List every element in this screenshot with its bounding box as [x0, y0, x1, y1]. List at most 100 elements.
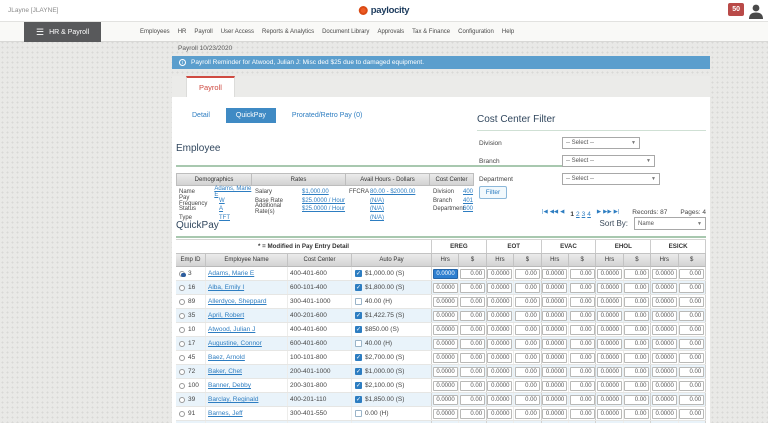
dollars-input-esick[interactable]: 0.00	[679, 395, 704, 405]
summary-value-link[interactable]: $25.0000 / Hour	[302, 198, 345, 204]
hrs-input-ehol[interactable]: 0.0000	[597, 353, 622, 363]
dollars-input-ereg[interactable]: 0.00	[460, 283, 485, 293]
hrs-input-ereg[interactable]: 0.0000	[433, 339, 458, 349]
dollars-input-ereg[interactable]: 0.00	[460, 339, 485, 349]
dollars-input-ehol[interactable]: 0.00	[624, 269, 649, 279]
row-select-radio[interactable]	[179, 299, 185, 305]
hrs-input-esick[interactable]: 0.0000	[652, 381, 677, 391]
hrs-input-evac[interactable]: 0.0000	[542, 353, 567, 363]
row-select-radio[interactable]	[179, 341, 185, 347]
dollars-input-ereg[interactable]: 0.00	[460, 297, 485, 307]
nav-item-tax-finance[interactable]: Tax & Finance	[412, 29, 450, 35]
hrs-input-evac[interactable]: 0.0000	[542, 311, 567, 321]
row-select-radio[interactable]	[179, 355, 185, 361]
summary-value-link[interactable]: 600	[463, 206, 473, 212]
hrs-input-ehol[interactable]: 0.0000	[597, 283, 622, 293]
dollars-input-esick[interactable]: 0.00	[679, 381, 704, 391]
hrs-input-ehol[interactable]: 0.0000	[597, 311, 622, 321]
hrs-input-ereg[interactable]: 0.0000	[433, 311, 458, 321]
hrs-input-esick[interactable]: 0.0000	[652, 353, 677, 363]
employee-name-link[interactable]: Allerdyce, Sheppard	[206, 298, 267, 305]
user-avatar-icon[interactable]	[747, 2, 765, 20]
dollars-input-ehol[interactable]: 0.00	[624, 283, 649, 293]
employee-name-link[interactable]: Barclay, Reginald	[206, 396, 258, 403]
employee-name-link[interactable]: Baez, Arnold	[206, 354, 245, 361]
nav-item-hr-payroll-active[interactable]: ☰ HR & Payroll	[24, 22, 101, 42]
employee-name-link[interactable]: Augustine, Connor	[206, 340, 262, 347]
dollars-input-evac[interactable]: 0.00	[570, 367, 595, 377]
hrs-input-esick[interactable]: 0.0000	[652, 283, 677, 293]
dollars-input-esick[interactable]: 0.00	[679, 325, 704, 335]
hrs-input-eot[interactable]: 0.0000	[487, 311, 512, 321]
hrs-input-evac[interactable]: 0.0000	[542, 367, 567, 377]
dollars-input-ehol[interactable]: 0.00	[624, 339, 649, 349]
row-select-radio[interactable]	[179, 271, 185, 277]
dollars-input-ehol[interactable]: 0.00	[624, 381, 649, 391]
dollars-input-eot[interactable]: 0.00	[515, 339, 540, 349]
nav-item-reports-analytics[interactable]: Reports & Analytics	[262, 29, 314, 35]
dollars-input-ereg[interactable]: 0.00	[460, 325, 485, 335]
nav-item-employees[interactable]: Employees	[140, 29, 170, 35]
dollars-input-eot[interactable]: 0.00	[515, 325, 540, 335]
pagination-next-icon[interactable]: ▶|	[614, 209, 620, 215]
nav-item-approvals[interactable]: Approvals	[377, 29, 404, 35]
hamburger-menu-icon[interactable]: ☰	[36, 28, 44, 37]
dollars-input-ereg[interactable]: 0.00	[460, 311, 485, 321]
subtab-detail[interactable]: Detail	[192, 112, 210, 119]
row-select-radio[interactable]	[179, 411, 185, 417]
hrs-input-eot[interactable]: 0.0000	[487, 269, 512, 279]
pagination-next-icon[interactable]: ▶	[597, 209, 601, 215]
summary-value-link[interactable]: 400	[463, 189, 473, 195]
auto-pay-checkbox[interactable]: ✓	[355, 396, 362, 403]
filter-select-department[interactable]: -- Select --▼	[562, 173, 660, 185]
row-select-radio[interactable]	[179, 285, 185, 291]
row-select-radio[interactable]	[179, 369, 185, 375]
hrs-input-esick[interactable]: 0.0000	[652, 409, 677, 419]
dollars-input-ehol[interactable]: 0.00	[624, 297, 649, 307]
dollars-input-esick[interactable]: 0.00	[679, 339, 704, 349]
dollars-input-eot[interactable]: 0.00	[515, 381, 540, 391]
dollars-input-eot[interactable]: 0.00	[515, 269, 540, 279]
hrs-input-esick[interactable]: 0.0000	[652, 297, 677, 307]
hrs-input-evac[interactable]: 0.0000	[542, 409, 567, 419]
summary-value-link[interactable]: W	[219, 198, 225, 204]
pagination-page-2[interactable]: 2	[576, 211, 580, 218]
dollars-input-evac[interactable]: 0.00	[570, 283, 595, 293]
dollars-input-eot[interactable]: 0.00	[515, 409, 540, 419]
pagination-page-3[interactable]: 3	[582, 211, 586, 218]
hrs-input-eot[interactable]: 0.0000	[487, 381, 512, 391]
dollars-input-ereg[interactable]: 0.00	[460, 269, 485, 279]
hrs-input-ereg[interactable]: 0.0000	[433, 381, 458, 391]
hrs-input-esick[interactable]: 0.0000	[652, 395, 677, 405]
dollars-input-ehol[interactable]: 0.00	[624, 311, 649, 321]
dollars-input-eot[interactable]: 0.00	[515, 283, 540, 293]
notification-badge[interactable]: 50	[728, 3, 744, 16]
dollars-input-esick[interactable]: 0.00	[679, 269, 704, 279]
sort-by-select[interactable]: Name ▼	[634, 217, 706, 230]
dollars-input-evac[interactable]: 0.00	[570, 325, 595, 335]
dollars-input-eot[interactable]: 0.00	[515, 353, 540, 363]
filter-select-division[interactable]: -- Select --▼	[562, 137, 640, 149]
summary-value-link[interactable]: 80.00 - $2000.00	[370, 189, 415, 195]
dollars-input-evac[interactable]: 0.00	[570, 381, 595, 391]
filter-select-branch[interactable]: -- Select --▼	[562, 155, 655, 167]
auto-pay-checkbox[interactable]: ✓	[355, 312, 362, 319]
hrs-input-esick[interactable]: 0.0000	[652, 311, 677, 321]
dollars-input-ehol[interactable]: 0.00	[624, 353, 649, 363]
hrs-input-eot[interactable]: 0.0000	[487, 283, 512, 293]
hrs-input-ereg[interactable]: 0.0000	[433, 297, 458, 307]
summary-value-link[interactable]: (N/A)	[370, 198, 384, 204]
summary-value-link[interactable]: (N/A)	[370, 206, 384, 212]
hrs-input-evac[interactable]: 0.0000	[542, 381, 567, 391]
summary-value-link[interactable]: (N/A)	[370, 215, 384, 221]
row-select-radio[interactable]	[179, 313, 185, 319]
auto-pay-checkbox[interactable]	[355, 410, 362, 417]
pagination-next-icon[interactable]: ▶▶	[603, 209, 611, 215]
summary-value-link[interactable]: $25.0000 / Hour	[302, 206, 345, 212]
hrs-input-evac[interactable]: 0.0000	[542, 283, 567, 293]
auto-pay-checkbox[interactable]: ✓	[355, 354, 362, 361]
hrs-input-esick[interactable]: 0.0000	[652, 339, 677, 349]
pagination-page-1[interactable]: 1	[570, 211, 574, 218]
hrs-input-ehol[interactable]: 0.0000	[597, 325, 622, 335]
hrs-input-esick[interactable]: 0.0000	[652, 325, 677, 335]
